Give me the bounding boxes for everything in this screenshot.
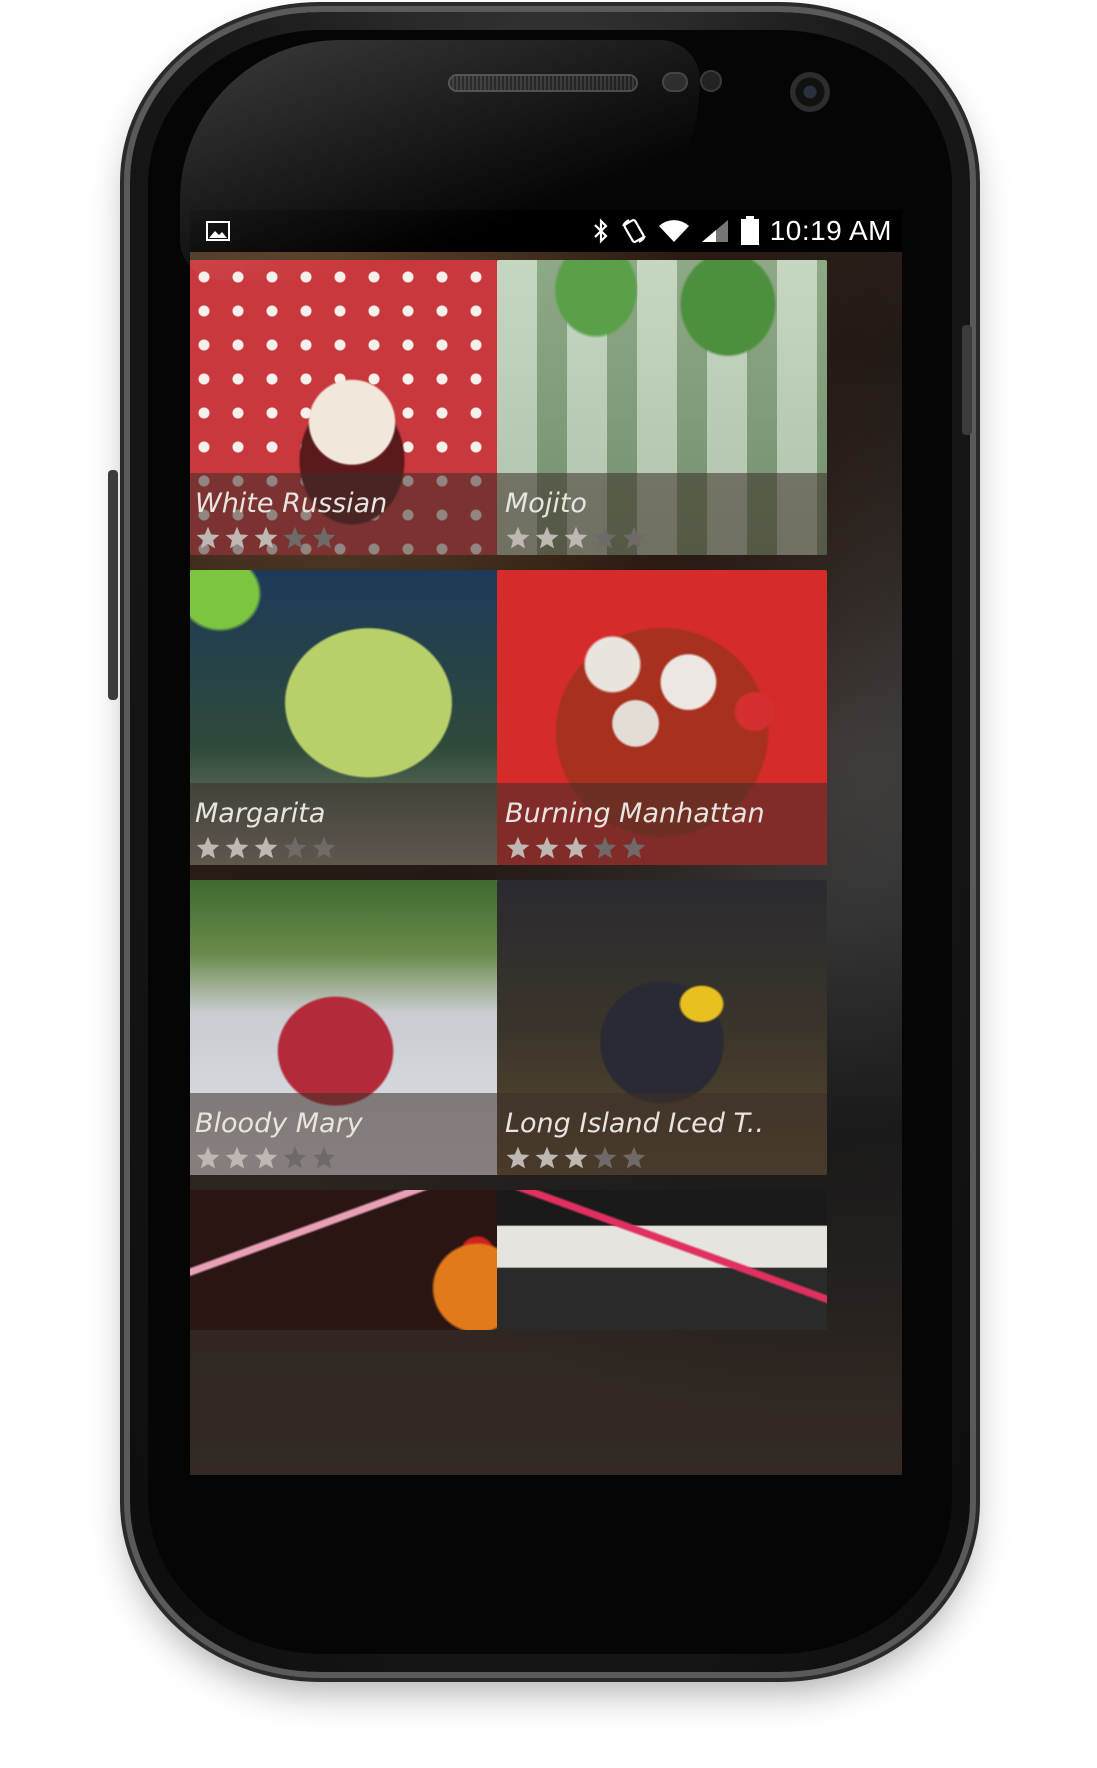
gallery-notification-icon — [206, 221, 230, 241]
star-filled-icon — [225, 1146, 249, 1169]
star-filled-icon — [254, 836, 278, 859]
rating-stars — [195, 525, 337, 551]
star-empty-icon — [312, 1146, 336, 1169]
drink-name: Long Island Iced T.. — [505, 1108, 764, 1139]
power-button — [962, 325, 972, 435]
screen: 10:19 AM White Russian Mojito Margarita … — [190, 210, 902, 1475]
rating-stars — [505, 835, 647, 861]
star-empty-icon — [312, 526, 336, 549]
star-empty-icon — [593, 836, 617, 859]
star-filled-icon — [535, 1146, 559, 1169]
drink-name: Burning Manhattan — [505, 798, 765, 829]
star-filled-icon — [506, 526, 530, 549]
star-empty-icon — [622, 1146, 646, 1169]
drink-tile[interactable]: Bloody Mary — [190, 880, 517, 1175]
front-camera — [790, 72, 830, 112]
star-empty-icon — [312, 836, 336, 859]
rating-stars — [505, 525, 647, 551]
drink-name: Mojito — [505, 488, 587, 519]
rotation-icon — [621, 218, 646, 244]
proximity-sensor — [662, 72, 688, 92]
battery-icon — [740, 216, 759, 245]
volume-button — [108, 470, 118, 700]
star-filled-icon — [196, 1146, 220, 1169]
star-filled-icon — [506, 836, 530, 859]
wifi-icon — [658, 220, 689, 242]
drink-tile[interactable]: Long Island Iced T.. — [497, 880, 827, 1175]
bluetooth-icon — [593, 218, 608, 244]
star-empty-icon — [622, 836, 646, 859]
star-filled-icon — [254, 526, 278, 549]
drink-name: Margarita — [195, 798, 326, 829]
drink-grid[interactable]: White Russian Mojito Margarita Burning M… — [190, 252, 902, 1475]
star-filled-icon — [506, 1146, 530, 1169]
star-filled-icon — [225, 836, 249, 859]
star-filled-icon — [196, 526, 220, 549]
star-empty-icon — [593, 526, 617, 549]
drink-tile[interactable] — [497, 1190, 827, 1330]
star-empty-icon — [593, 1146, 617, 1169]
star-empty-icon — [283, 836, 307, 859]
star-filled-icon — [564, 836, 588, 859]
light-sensor — [700, 70, 722, 92]
star-empty-icon — [283, 526, 307, 549]
drink-tile[interactable]: White Russian — [190, 260, 517, 555]
drink-name: Bloody Mary — [195, 1108, 363, 1139]
earpiece-speaker — [448, 74, 638, 92]
status-time: 10:19 AM — [769, 215, 892, 246]
star-filled-icon — [564, 526, 588, 549]
star-filled-icon — [564, 1146, 588, 1169]
star-filled-icon — [535, 836, 559, 859]
star-empty-icon — [283, 1146, 307, 1169]
star-filled-icon — [535, 526, 559, 549]
star-filled-icon — [196, 836, 220, 859]
star-empty-icon — [622, 526, 646, 549]
drink-tile[interactable]: Mojito — [497, 260, 827, 555]
star-filled-icon — [254, 1146, 278, 1169]
rating-stars — [195, 835, 337, 861]
drink-name: White Russian — [195, 488, 388, 519]
drink-tile[interactable]: Burning Manhattan — [497, 570, 827, 865]
status-bar: 10:19 AM — [190, 210, 902, 252]
drink-tile[interactable]: Margarita — [190, 570, 517, 865]
rating-stars — [195, 1145, 337, 1171]
rating-stars — [505, 1145, 647, 1171]
signal-icon — [701, 220, 728, 242]
star-filled-icon — [225, 526, 249, 549]
drink-tile[interactable] — [190, 1190, 517, 1330]
